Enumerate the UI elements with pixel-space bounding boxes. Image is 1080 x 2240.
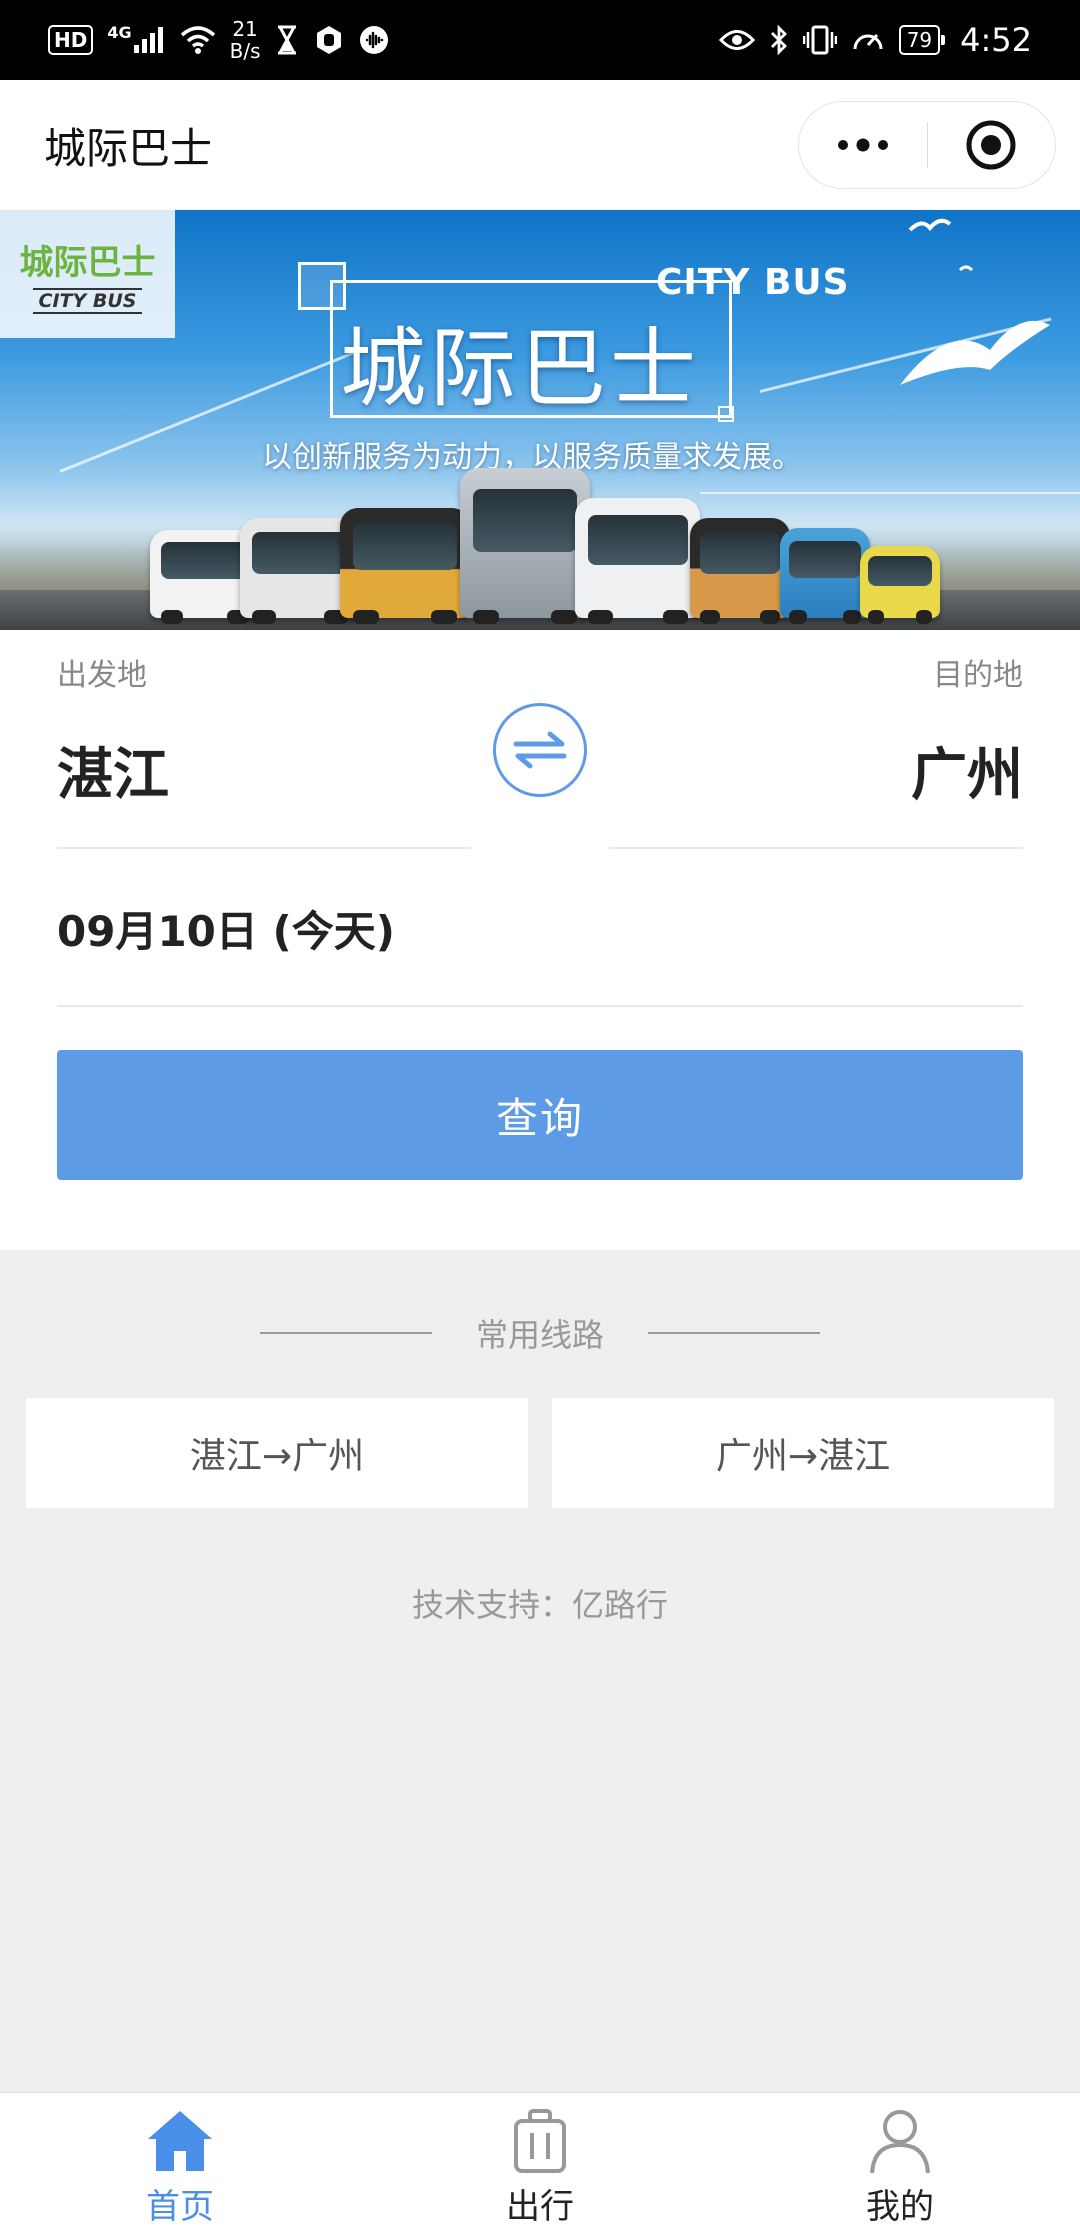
luggage-icon: [514, 2109, 566, 2173]
departure-label: 出发地: [57, 658, 147, 693]
destination-label: 目的地: [933, 658, 1023, 693]
logo-english: CITY BUS: [32, 287, 143, 314]
mini-program-capsule: [798, 101, 1056, 189]
mini-program-title-bar: 城际巴士: [0, 80, 1080, 210]
route-item[interactable]: 广州→湛江: [552, 1398, 1054, 1508]
swap-arrows-icon: [513, 731, 567, 769]
tab-home[interactable]: 首页: [0, 2093, 360, 2240]
more-dots-icon: [837, 138, 888, 152]
status-bar: HD 4G 21 B/s 79 4:52: [0, 0, 1080, 80]
bluetooth-icon: [769, 24, 789, 56]
vibrate-icon: [802, 24, 837, 56]
speedometer-icon: [851, 25, 885, 55]
bus-image: [690, 518, 790, 624]
tab-home-label: 首页: [146, 2187, 214, 2227]
divider-line: [259, 1332, 432, 1334]
hand-icon: [313, 24, 345, 56]
network-speed: 21 B/s: [229, 17, 261, 63]
tab-trips[interactable]: 出行: [360, 2093, 720, 2240]
common-routes-title: 常用线路: [475, 1316, 604, 1354]
departure-city[interactable]: 湛江: [57, 730, 169, 811]
banner-logo: 城际巴士 CITY BUS: [0, 210, 175, 338]
more-menu-button[interactable]: [799, 102, 927, 188]
seagull-icon: [900, 218, 1050, 385]
destination-underline: [609, 847, 1023, 849]
destination-city[interactable]: 广州: [911, 730, 1023, 811]
divider-line: [648, 1332, 820, 1334]
bus-image: [340, 508, 470, 624]
page-title: 城际巴士: [44, 123, 213, 173]
bus-image: [860, 546, 940, 624]
clock: 4:52: [960, 21, 1032, 59]
banner-brand-en: CITY BUS: [656, 262, 850, 303]
bottom-tab-bar: 首页 出行 我的: [0, 2092, 1080, 2240]
sound-wave-icon: [359, 25, 389, 55]
network-type: 4G: [107, 23, 132, 42]
banner-title: 城际巴士: [340, 319, 700, 419]
bus-image: [460, 468, 590, 624]
promo-banner[interactable]: 城际巴士 CITY BUS CITY BUS 城际巴士 以创新服务为动力，以服务…: [0, 210, 1080, 630]
swap-cities-button[interactable]: [493, 703, 587, 797]
hd-badge: HD: [48, 25, 94, 55]
route-item[interactable]: 湛江→广州: [26, 1398, 528, 1508]
person-icon: [870, 2110, 930, 2174]
target-circle-icon: [966, 120, 1016, 170]
hourglass-icon: [275, 25, 299, 55]
tab-me-label: 我的: [866, 2187, 934, 2227]
home-icon: [148, 2111, 212, 2171]
banner-streak: [700, 492, 1080, 494]
banner-frame-corner: [718, 406, 734, 422]
close-program-button[interactable]: [928, 102, 1056, 188]
wifi-icon: [180, 25, 216, 55]
cellular-signal-icon: 4G: [107, 25, 165, 55]
bus-image: [575, 498, 700, 624]
search-button[interactable]: 查询: [57, 1050, 1023, 1180]
battery-indicator: 79: [898, 25, 946, 55]
common-routes-header: 常用线路: [0, 1310, 1080, 1356]
status-right: 79 4:52: [718, 21, 1032, 59]
date-underline: [57, 1005, 1023, 1007]
tab-me[interactable]: 我的: [720, 2093, 1080, 2240]
bus-image: [780, 528, 870, 624]
tab-trips-label: 出行: [506, 2187, 574, 2227]
logo-chinese: 城际巴士: [19, 242, 156, 283]
departure-underline: [57, 847, 471, 849]
date-picker[interactable]: 09月10日 (今天): [57, 898, 395, 959]
eye-icon: [718, 27, 755, 53]
tech-support-text: 技术支持：亿路行: [411, 1586, 668, 1624]
status-left: HD 4G 21 B/s: [48, 18, 389, 62]
search-form: 出发地 目的地 湛江 广州 09月10日 (今天) 查询: [0, 630, 1080, 1250]
